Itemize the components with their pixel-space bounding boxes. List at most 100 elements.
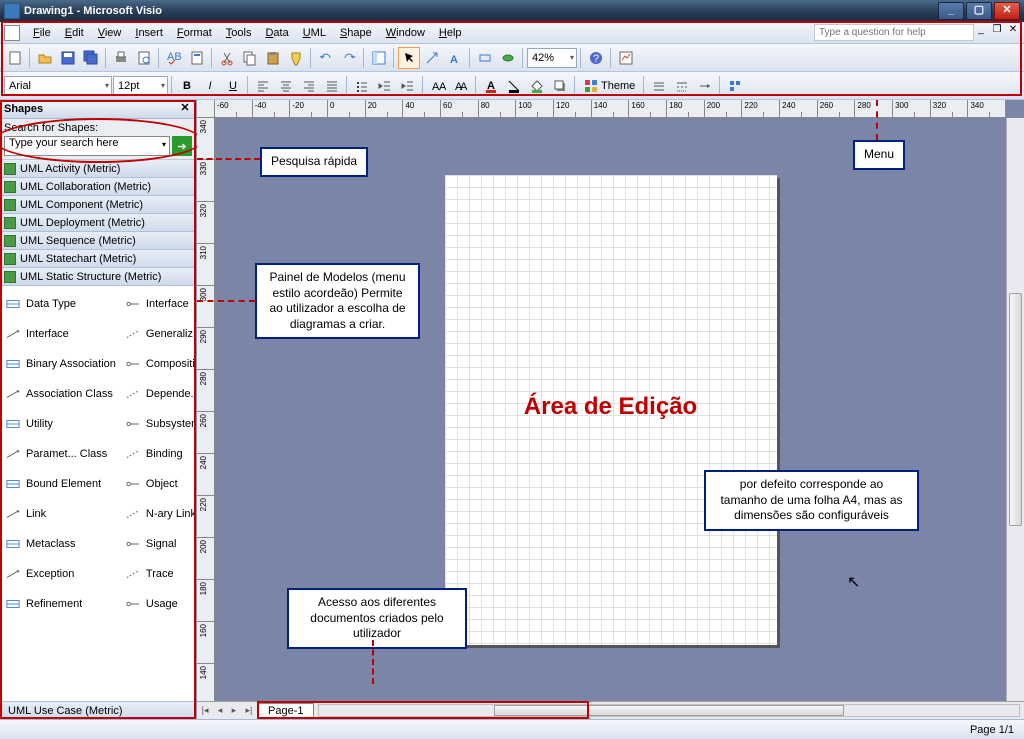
- menu-tools[interactable]: Tools: [219, 25, 259, 41]
- rectangle-tool-icon[interactable]: [474, 47, 496, 69]
- font-name-combo[interactable]: Arial: [4, 76, 112, 96]
- shape-master[interactable]: Exception: [4, 560, 116, 588]
- stencil-item[interactable]: UML Component (Metric): [0, 196, 196, 214]
- paste-icon[interactable]: [262, 47, 284, 69]
- zoom-combo[interactable]: 42%: [527, 48, 577, 68]
- align-justify-icon[interactable]: [321, 75, 343, 97]
- font-size-combo[interactable]: 12pt: [113, 76, 168, 96]
- connector-tool-icon[interactable]: [421, 47, 443, 69]
- page-tab[interactable]: Page-1: [257, 703, 314, 719]
- shape-master[interactable]: Object: [124, 470, 196, 498]
- shape-master[interactable]: Paramet... Class: [4, 440, 116, 468]
- shape-master[interactable]: Binary Association: [4, 350, 116, 378]
- stencil-item[interactable]: UML Deployment (Metric): [0, 214, 196, 232]
- shape-master[interactable]: Trace: [124, 560, 196, 588]
- format-painter-icon[interactable]: [285, 47, 307, 69]
- shape-master[interactable]: Subsystem: [124, 410, 196, 438]
- stencil-bottom[interactable]: UML Use Case (Metric): [0, 701, 196, 719]
- increase-indent-icon[interactable]: [397, 75, 419, 97]
- bold-icon[interactable]: B: [176, 75, 198, 97]
- print-icon[interactable]: [110, 47, 132, 69]
- text-tool-icon[interactable]: A: [444, 47, 466, 69]
- decrease-font-icon[interactable]: AA: [427, 75, 449, 97]
- line-weight-icon[interactable]: [648, 75, 670, 97]
- new-icon[interactable]: [4, 47, 26, 69]
- ellipse-tool-icon[interactable]: [497, 47, 519, 69]
- maximize-button[interactable]: ▢: [966, 2, 992, 20]
- line-ends-icon[interactable]: [694, 75, 716, 97]
- help-search-input[interactable]: [814, 24, 974, 41]
- shape-master[interactable]: Interface: [124, 290, 196, 318]
- menu-format[interactable]: Format: [170, 25, 219, 41]
- shape-master[interactable]: Data Type: [4, 290, 116, 318]
- ruler-horizontal[interactable]: -60-40-200204060801001201401601802002202…: [215, 100, 1006, 118]
- menu-help[interactable]: Help: [432, 25, 469, 41]
- spellcheck-icon[interactable]: ABC: [163, 47, 185, 69]
- research-icon[interactable]: [186, 47, 208, 69]
- close-button[interactable]: ✕: [994, 2, 1020, 20]
- shape-master[interactable]: Association Class: [4, 380, 116, 408]
- help-icon[interactable]: ?: [585, 47, 607, 69]
- stencil-item[interactable]: UML Activity (Metric): [0, 160, 196, 178]
- minimize-button[interactable]: _: [938, 2, 964, 20]
- shape-master[interactable]: Binding: [124, 440, 196, 468]
- drawing-icon[interactable]: [615, 47, 637, 69]
- align-right-icon[interactable]: [298, 75, 320, 97]
- increase-font-icon[interactable]: AA: [450, 75, 472, 97]
- bullets-icon[interactable]: [351, 75, 373, 97]
- shape-master[interactable]: Signal: [124, 530, 196, 558]
- theme-button[interactable]: Theme: [579, 75, 640, 97]
- decrease-indent-icon[interactable]: [374, 75, 396, 97]
- shape-master[interactable]: Refinement: [4, 590, 116, 618]
- align-center-icon[interactable]: [275, 75, 297, 97]
- shape-master[interactable]: Usage: [124, 590, 196, 618]
- stencil-item[interactable]: UML Collaboration (Metric): [0, 178, 196, 196]
- align-shapes-icon[interactable]: [724, 75, 746, 97]
- menu-file[interactable]: File: [26, 25, 58, 41]
- page[interactable]: Área de Edição: [445, 175, 777, 645]
- save-icon[interactable]: [57, 47, 79, 69]
- stencil-item[interactable]: UML Sequence (Metric): [0, 232, 196, 250]
- mdi-minimize[interactable]: _: [974, 25, 988, 37]
- shape-master[interactable]: Generaliz...: [124, 320, 196, 348]
- shape-master[interactable]: Depende...: [124, 380, 196, 408]
- mdi-restore[interactable]: ❐: [990, 25, 1004, 37]
- shapes-search-input[interactable]: Type your search here: [4, 136, 170, 156]
- mdi-close[interactable]: ✕: [1006, 25, 1020, 37]
- shape-master[interactable]: Link: [4, 500, 116, 528]
- underline-icon[interactable]: U: [222, 75, 244, 97]
- shape-master[interactable]: Bound Element: [4, 470, 116, 498]
- align-left-icon[interactable]: [252, 75, 274, 97]
- ruler-vertical[interactable]: 3403303203103002902802602402202001801601…: [197, 118, 215, 701]
- shape-master[interactable]: N-ary Link: [124, 500, 196, 528]
- menu-data[interactable]: Data: [258, 25, 295, 41]
- print-preview-icon[interactable]: [133, 47, 155, 69]
- fill-color-icon[interactable]: [526, 75, 548, 97]
- menu-window[interactable]: Window: [379, 25, 432, 41]
- line-pattern-icon[interactable]: [671, 75, 693, 97]
- copy-icon[interactable]: [239, 47, 261, 69]
- shape-master[interactable]: Utility: [4, 410, 116, 438]
- pointer-tool-icon[interactable]: [398, 47, 420, 69]
- stencil-item[interactable]: UML Statechart (Metric): [0, 250, 196, 268]
- stencil-item[interactable]: UML Static Structure (Metric): [0, 268, 196, 286]
- saveall-icon[interactable]: [80, 47, 102, 69]
- shape-master[interactable]: Metaclass: [4, 530, 116, 558]
- menu-edit[interactable]: Edit: [58, 25, 91, 41]
- document-icon[interactable]: [4, 25, 20, 41]
- vertical-scrollbar[interactable]: [1006, 118, 1024, 701]
- undo-icon[interactable]: [315, 47, 337, 69]
- shapes-panel-close[interactable]: ✕: [178, 102, 192, 116]
- line-color-icon[interactable]: [503, 75, 525, 97]
- shapes-search-go[interactable]: ➔: [172, 136, 192, 156]
- menu-insert[interactable]: Insert: [128, 25, 170, 41]
- shapes-window-icon[interactable]: [368, 47, 390, 69]
- font-color-icon[interactable]: A: [480, 75, 502, 97]
- page-nav-buttons[interactable]: |◂◂▸▸|: [197, 702, 257, 719]
- menu-uml[interactable]: UML: [296, 25, 333, 41]
- shape-master[interactable]: Compositi...: [124, 350, 196, 378]
- menu-view[interactable]: View: [91, 25, 129, 41]
- shadow-icon[interactable]: [549, 75, 571, 97]
- italic-icon[interactable]: I: [199, 75, 221, 97]
- cut-icon[interactable]: [216, 47, 238, 69]
